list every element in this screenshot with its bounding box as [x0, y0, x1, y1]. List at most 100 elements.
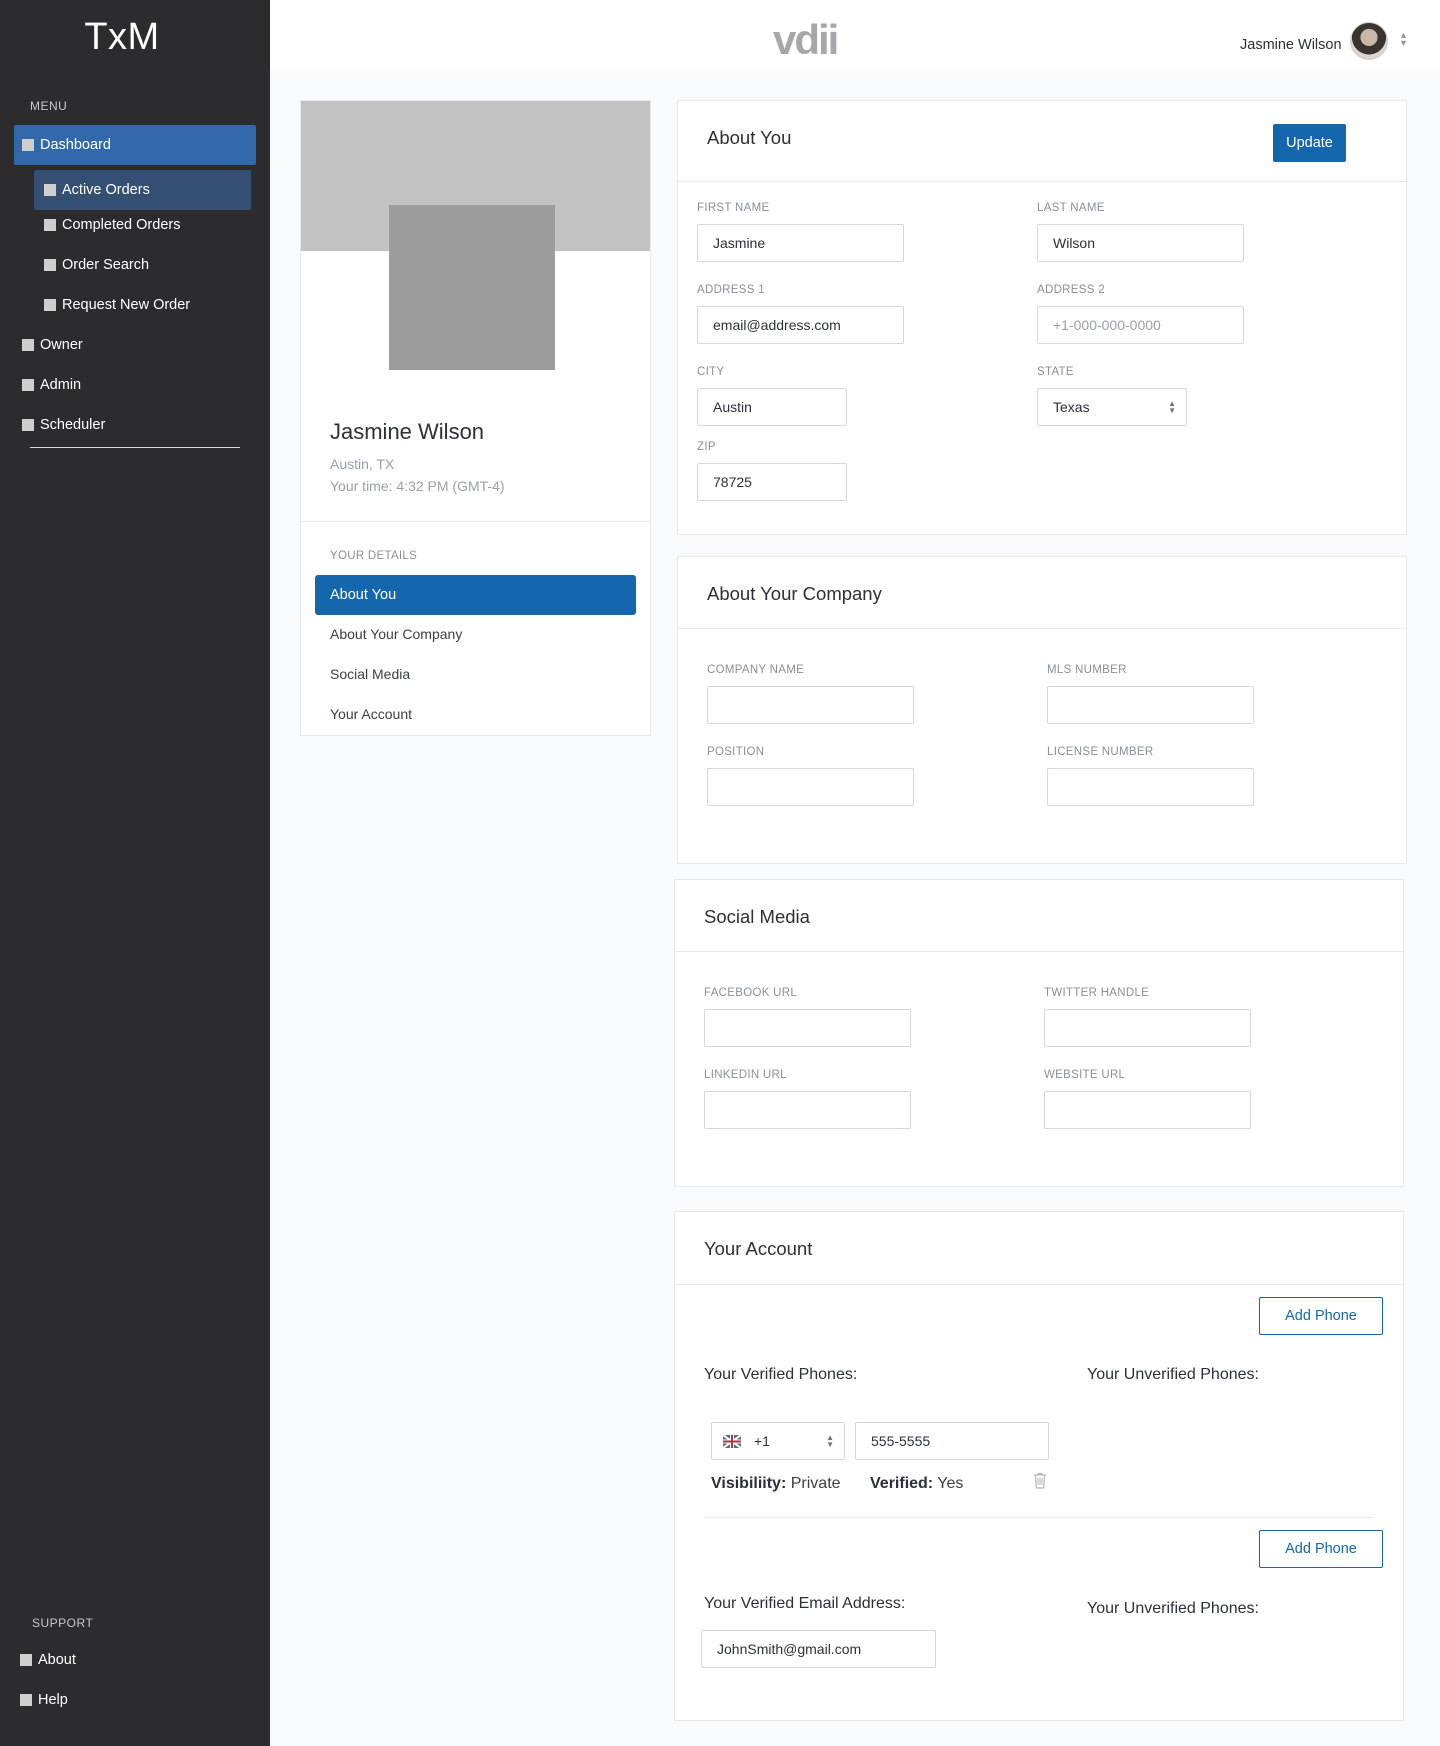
license-number-input[interactable] — [1047, 768, 1254, 806]
square-icon — [20, 1654, 32, 1666]
sidebar-item-active-orders[interactable]: Active Orders — [34, 170, 251, 210]
card-divider — [678, 628, 1406, 629]
zip-input[interactable] — [697, 463, 847, 501]
square-icon — [20, 1694, 32, 1706]
sidebar-item-request-new-order[interactable]: Request New Order — [44, 295, 190, 315]
visibility-label: Visibiliity: — [711, 1475, 787, 1492]
unverified-phones-label-2: Your Unverified Phones: — [1087, 1600, 1259, 1617]
account-divider — [704, 1517, 1374, 1518]
your-account-title: Your Account — [704, 1238, 813, 1259]
about-you-title: About You — [707, 127, 792, 148]
state-select[interactable]: Texas ▲ ▼ — [1037, 388, 1187, 426]
linkedin-url-input[interactable] — [704, 1091, 911, 1129]
first-name-label: FIRST NAME — [697, 202, 770, 214]
sidebar-divider — [30, 447, 240, 448]
country-code-value: +1 — [754, 1433, 770, 1449]
your-account-card: Your Account Add Phone Your Verified Pho… — [674, 1211, 1404, 1721]
trash-icon[interactable] — [1033, 1472, 1047, 1489]
last-name-input[interactable] — [1037, 224, 1244, 262]
mls-number-label: MLS NUMBER — [1047, 664, 1127, 676]
sidebar-item-label: Active Orders — [62, 182, 150, 198]
company-name-input[interactable] — [707, 686, 914, 724]
address2-input[interactable] — [1037, 306, 1244, 344]
website-url-input[interactable] — [1044, 1091, 1251, 1129]
add-phone-button[interactable]: Add Phone — [1259, 1297, 1383, 1335]
sidebar-item-label: Order Search — [62, 257, 150, 273]
visibility-value: Private — [790, 1475, 841, 1492]
square-icon — [22, 379, 34, 391]
square-icon — [22, 339, 34, 351]
position-label: POSITION — [707, 746, 765, 758]
about-company-card: About Your Company COMPANY NAME MLS NUMB… — [677, 556, 1407, 864]
company-name-label: COMPANY NAME — [707, 664, 805, 676]
country-code-select[interactable]: +1 ▲ ▼ — [711, 1422, 845, 1460]
top-header: vdii Jasmine Wilson ▴ ▾ — [270, 0, 1440, 70]
first-name-input[interactable] — [697, 224, 904, 262]
brand-logo[interactable]: TxM — [0, 16, 244, 59]
sidebar-item-label: Scheduler — [40, 417, 106, 433]
card-divider — [675, 1284, 1403, 1285]
license-number-label: LICENSE NUMBER — [1047, 746, 1154, 758]
social-media-card: Social Media FACEBOOK URL TWITTER HANDLE… — [674, 879, 1404, 1187]
update-button[interactable]: Update — [1273, 124, 1346, 162]
facebook-url-input[interactable] — [704, 1009, 911, 1047]
logo-text: vdii — [773, 16, 839, 63]
sidebar-item-scheduler[interactable]: Scheduler — [22, 415, 105, 435]
city-label: CITY — [697, 366, 725, 378]
profile-nav-your-account[interactable]: Your Account — [330, 706, 412, 722]
about-company-title: About Your Company — [707, 583, 882, 604]
details-section-title: YOUR DETAILS — [330, 550, 418, 562]
state-label: STATE — [1037, 366, 1074, 378]
square-icon — [44, 259, 56, 271]
sidebar-item-label: Admin — [40, 377, 82, 393]
chevron-up-down-icon: ▲ ▼ — [826, 1433, 834, 1449]
profile-local-time: Your time: 4:32 PM (GMT-4) — [330, 478, 505, 494]
square-icon — [22, 139, 34, 151]
website-url-label: WEBSITE URL — [1044, 1069, 1126, 1081]
about-you-card: About You Update FIRST NAME LAST NAME AD… — [677, 100, 1407, 535]
header-user-name[interactable]: Jasmine Wilson — [1240, 37, 1342, 53]
verified-value: Yes — [937, 1475, 964, 1492]
sidebar-item-dashboard[interactable]: Dashboard — [14, 125, 256, 165]
sidebar-item-completed-orders[interactable]: Completed Orders — [44, 215, 180, 235]
vdii-logo[interactable]: vdii — [773, 14, 853, 64]
square-icon — [44, 184, 56, 196]
avatar[interactable] — [1350, 22, 1388, 60]
city-input[interactable] — [697, 388, 847, 426]
profile-divider — [301, 521, 650, 522]
sidebar-item-label: Help — [38, 1692, 68, 1708]
state-select-value: Texas — [1053, 399, 1090, 415]
profile-nav-about-company[interactable]: About Your Company — [330, 626, 462, 642]
sidebar-item-label: Owner — [40, 337, 83, 353]
linkedin-url-label: LINKEDIN URL — [704, 1069, 787, 1081]
card-divider — [675, 951, 1403, 952]
chevron-up-down-icon[interactable]: ▴ ▾ — [1401, 31, 1406, 49]
sidebar-item-help[interactable]: Help — [20, 1690, 68, 1710]
profile-nav-social-media[interactable]: Social Media — [330, 666, 410, 682]
mls-number-input[interactable] — [1047, 686, 1254, 724]
social-media-title: Social Media — [704, 906, 810, 927]
sidebar-item-order-search[interactable]: Order Search — [44, 255, 149, 275]
email-field[interactable] — [701, 1630, 936, 1668]
chevron-up-down-icon: ▲ ▼ — [1168, 399, 1176, 415]
uk-flag-icon — [723, 1435, 741, 1448]
sidebar-item-label: Dashboard — [40, 137, 111, 153]
twitter-handle-label: TWITTER HANDLE — [1044, 987, 1150, 999]
address1-label: ADDRESS 1 — [697, 284, 765, 296]
add-phone-button-2[interactable]: Add Phone — [1259, 1530, 1383, 1568]
sidebar-item-about[interactable]: About — [20, 1650, 76, 1670]
sidebar-item-owner[interactable]: Owner — [22, 335, 83, 355]
square-icon — [44, 299, 56, 311]
square-icon — [44, 219, 56, 231]
zip-label: ZIP — [697, 441, 716, 453]
sidebar-item-admin[interactable]: Admin — [22, 375, 81, 395]
profile-name: Jasmine Wilson — [330, 419, 485, 444]
address1-input[interactable] — [697, 306, 904, 344]
twitter-handle-input[interactable] — [1044, 1009, 1251, 1047]
position-input[interactable] — [707, 768, 914, 806]
profile-photo[interactable] — [389, 205, 555, 370]
phone-verified-status: Verified: Yes — [870, 1475, 963, 1493]
profile-nav-about-you[interactable]: About You — [315, 575, 636, 615]
phone-visibility: Visibiliity: Private — [711, 1475, 841, 1493]
phone-number-input[interactable] — [855, 1422, 1049, 1460]
